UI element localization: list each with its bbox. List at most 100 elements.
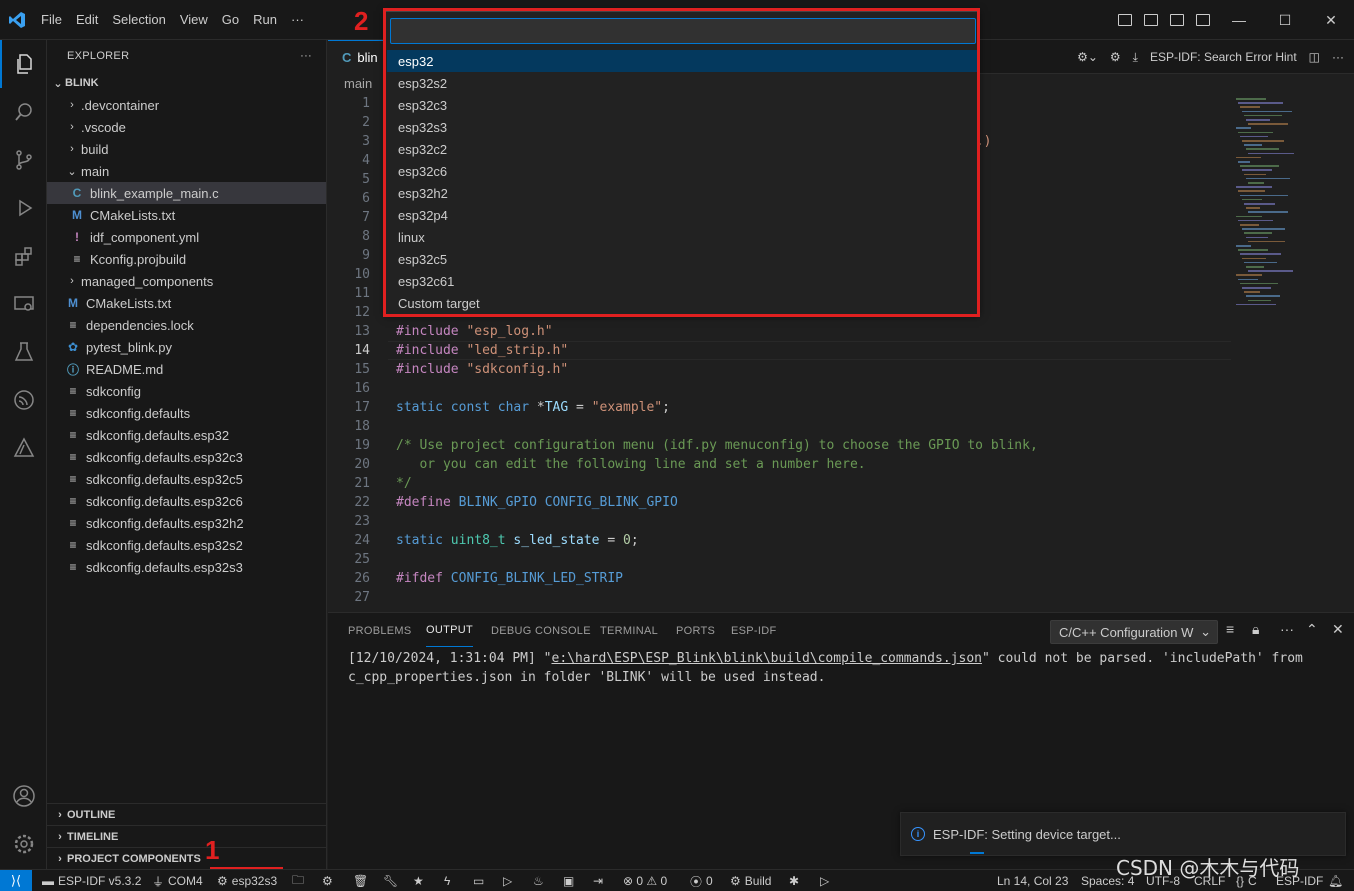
target-option[interactable]: esp32c5 — [387, 248, 977, 270]
run-debug-icon[interactable] — [0, 184, 47, 232]
workspace-root[interactable]: ⌄ BLINK — [47, 72, 326, 94]
tab-output[interactable]: OUTPUT — [426, 613, 474, 647]
tree-item[interactable]: ≡ sdkconfig.defaults.esp32s3 — [47, 556, 326, 578]
target-option[interactable]: esp32c3 — [387, 94, 977, 116]
ports-indicator[interactable]: ⦿ 0 — [690, 870, 713, 891]
menu-go[interactable]: Go — [215, 12, 246, 27]
target-option[interactable]: esp32h2 — [387, 182, 977, 204]
quick-pick-input[interactable] — [390, 18, 976, 44]
breadcrumb[interactable]: main — [344, 76, 372, 94]
tree-item[interactable]: ⓘ README.md — [47, 358, 326, 380]
cursor-position[interactable]: Ln 14, Col 23 — [997, 870, 1068, 891]
breadcrumb-main[interactable]: main — [344, 76, 372, 91]
toggle-primary-sidebar-icon[interactable] — [1118, 14, 1132, 26]
target-option[interactable]: esp32c2 — [387, 138, 977, 160]
folder-icon[interactable]: 🗀 — [292, 870, 304, 891]
timeline-section[interactable]: › TIMELINE — [47, 825, 327, 847]
minimize-button[interactable]: — — [1216, 0, 1262, 40]
maximize-panel-icon[interactable]: ⌃ — [1306, 621, 1318, 638]
bug-icon[interactable]: ✱ — [789, 870, 799, 891]
search-icon[interactable] — [0, 88, 47, 136]
source-control-icon[interactable] — [0, 136, 47, 184]
serial-port[interactable]: ⏚ COM4 — [152, 870, 203, 891]
menu-run[interactable]: Run — [246, 12, 284, 27]
tree-item[interactable]: M CMakeLists.txt — [47, 204, 326, 226]
target-option[interactable]: esp32c61 — [387, 270, 977, 292]
explorer-icon[interactable] — [0, 40, 47, 88]
tree-item[interactable]: ≡ sdkconfig.defaults.esp32h2 — [47, 512, 326, 534]
lock-icon[interactable]: 🔒︎ — [1252, 621, 1259, 638]
notification-toast[interactable]: i ESP-IDF: Setting device target... — [900, 812, 1346, 856]
tree-item[interactable]: ≡ dependencies.lock — [47, 314, 326, 336]
menu-edit[interactable]: Edit — [69, 12, 105, 27]
remote-explorer-icon[interactable] — [0, 280, 47, 328]
maximize-button[interactable]: ☐ — [1262, 0, 1308, 40]
tree-item[interactable]: ≡ Kconfig.projbuild — [47, 248, 326, 270]
toggle-panel-icon[interactable] — [1144, 14, 1158, 26]
build-button[interactable]: ⚙ Build — [730, 870, 771, 891]
notifications-bell-icon[interactable]: 🔔︎ — [1328, 870, 1343, 891]
menu-view[interactable]: View — [173, 12, 215, 27]
open-icon[interactable]: ⇥ — [593, 870, 603, 891]
run-icon[interactable]: ▷ — [820, 870, 829, 891]
tree-item[interactable]: ⌄ main — [47, 160, 326, 182]
tree-item[interactable]: ≡ sdkconfig.defaults.esp32c5 — [47, 468, 326, 490]
tree-item[interactable]: M CMakeLists.txt — [47, 292, 326, 314]
output-channel-select[interactable]: C/C++ Configuration W ⌄ — [1050, 620, 1218, 644]
tree-item[interactable]: ✿ pytest_blink.py — [47, 336, 326, 358]
trash-icon[interactable]: 🗑 — [353, 870, 368, 891]
flash-icon[interactable]: ϟ — [444, 870, 450, 891]
extensions-icon[interactable] — [0, 232, 47, 280]
tree-item[interactable]: › .devcontainer — [47, 94, 326, 116]
minimap[interactable] — [1236, 94, 1306, 314]
debug-icon[interactable]: ▷ — [503, 870, 512, 891]
close-button[interactable]: ✕ — [1308, 0, 1354, 40]
target-option[interactable]: esp32s3 — [387, 116, 977, 138]
menu-selection[interactable]: Selection — [105, 12, 172, 27]
target-option[interactable]: esp32 — [387, 50, 977, 72]
tab-esp-idf[interactable]: ESP-IDF — [731, 613, 777, 649]
problems-indicator[interactable]: ⊗ 0 ⚠ 0 — [623, 870, 667, 891]
esp-idf-version[interactable]: ▬ ESP-IDF v5.3.2 — [42, 870, 141, 891]
remote-indicator[interactable]: ⟩⟨ — [0, 870, 32, 891]
tab-terminal[interactable]: TERMINAL — [600, 613, 658, 649]
download-icon[interactable]: ⤓ — [1133, 50, 1138, 65]
menu-file[interactable]: File — [34, 12, 69, 27]
project-components-section[interactable]: › PROJECT COMPONENTS — [47, 847, 327, 869]
clear-output-icon[interactable]: ≡ — [1226, 621, 1234, 637]
settings-gear-icon[interactable]: ⚙ — [1110, 50, 1121, 64]
close-panel-icon[interactable]: ✕ — [1332, 621, 1344, 638]
tree-item[interactable]: › managed_components — [47, 270, 326, 292]
tree-item[interactable]: ≡ sdkconfig.defaults.esp32 — [47, 424, 326, 446]
tree-item[interactable]: ≡ sdkconfig — [47, 380, 326, 402]
toggle-secondary-sidebar-icon[interactable] — [1170, 14, 1184, 26]
split-editor-icon[interactable]: ◫ — [1309, 50, 1320, 64]
debug-dropdown-icon[interactable]: ⚙⌄ — [1077, 50, 1098, 64]
tree-item[interactable]: › .vscode — [47, 116, 326, 138]
cmake-icon[interactable] — [0, 424, 47, 472]
flame-icon[interactable]: ♨ — [533, 870, 544, 891]
monitor-icon[interactable]: ▭ — [473, 870, 484, 891]
output-path-link[interactable]: e:\hard\ESP\ESP_Blink\blink\build\compil… — [552, 651, 982, 666]
customize-layout-icon[interactable] — [1196, 14, 1210, 26]
target-option[interactable]: Custom target — [387, 292, 977, 314]
testing-icon[interactable] — [0, 328, 47, 376]
search-error-hint-button[interactable]: ESP-IDF: Search Error Hint — [1150, 50, 1297, 64]
tab-debug-console[interactable]: DEBUG CONSOLE — [491, 613, 591, 649]
target-option[interactable]: linux — [387, 226, 977, 248]
tree-item[interactable]: ! idf_component.yml — [47, 226, 326, 248]
tree-item[interactable]: ≡ sdkconfig.defaults — [47, 402, 326, 424]
tree-item[interactable]: ≡ sdkconfig.defaults.esp32s2 — [47, 534, 326, 556]
target-option[interactable]: esp32p4 — [387, 204, 977, 226]
menuconfig-gear-icon[interactable]: ⚙ — [322, 870, 333, 891]
tree-item[interactable]: ≡ sdkconfig.defaults.esp32c6 — [47, 490, 326, 512]
tab-ports[interactable]: PORTS — [676, 613, 715, 649]
outline-section[interactable]: › OUTLINE — [47, 803, 327, 825]
manage-gear-icon[interactable] — [0, 820, 47, 868]
more-actions-icon[interactable]: ··· — [1332, 50, 1344, 64]
tree-item[interactable]: › build — [47, 138, 326, 160]
espressif-icon[interactable] — [0, 376, 47, 424]
more-actions-icon[interactable]: ··· — [1280, 621, 1294, 637]
star-icon[interactable]: ★ — [413, 870, 424, 891]
menu-more[interactable]: ··· — [284, 12, 311, 27]
